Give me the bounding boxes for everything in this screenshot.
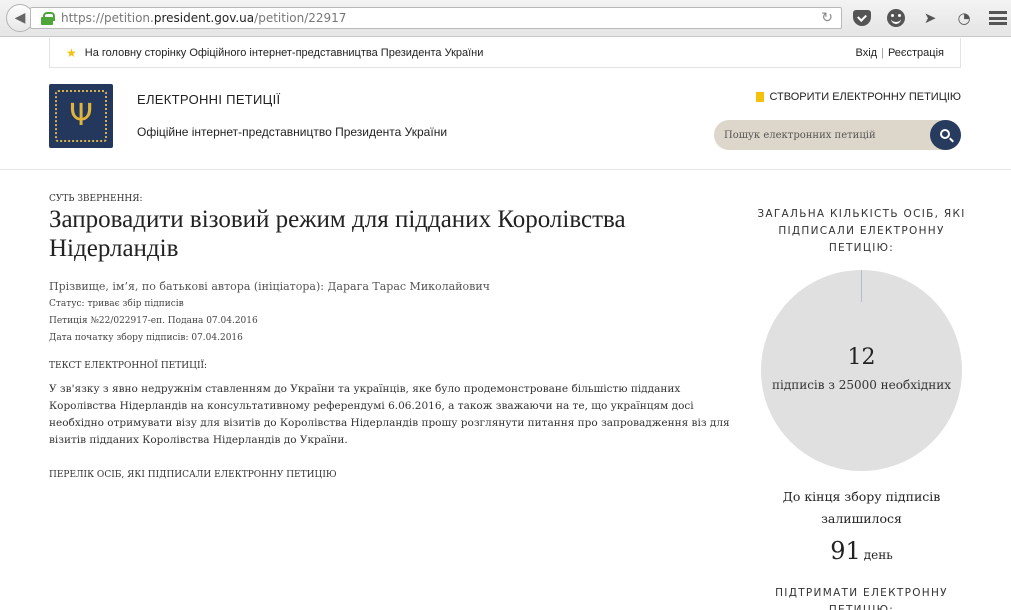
petition-text-label: ТЕКСТ ЕЛЕКТРОННОЇ ПЕТИЦІЇ: bbox=[49, 361, 208, 371]
search-button[interactable] bbox=[930, 120, 961, 150]
petition-title: Запровадити візовий режим для підданих К… bbox=[49, 206, 626, 262]
signers-list-link[interactable]: ПЕРЕЛІК ОСІБ, ЯКІ ПІДПИСАЛИ ЕЛЕКТРОННУ П… bbox=[49, 470, 337, 480]
login-link[interactable]: Вхід bbox=[856, 47, 878, 59]
signature-count-caption: підписів з 25000 необхідних bbox=[771, 378, 951, 392]
coat-of-arms-logo[interactable]: Ψ bbox=[49, 84, 113, 148]
send-icon[interactable]: ➤ bbox=[920, 8, 940, 28]
search-icon bbox=[939, 129, 950, 139]
total-signatures-label: ЗАГАЛЬНА КІЛЬКІСТЬ ОСІБ, ЯКІ ПІДПИСАЛИ Е… bbox=[757, 208, 966, 254]
create-petition-link[interactable]: СТВОРИТИ ЕЛЕКТРОННУ ПЕТИЦІЮ bbox=[756, 91, 961, 103]
remaining-label: До кінця збору підписів залишилося bbox=[782, 489, 941, 526]
smiley-icon[interactable] bbox=[886, 8, 906, 28]
trident-icon: Ψ bbox=[69, 98, 93, 133]
auth-links: Вхід | Реєстрація bbox=[856, 47, 945, 59]
progress-indicator bbox=[861, 270, 862, 302]
support-petition-label: ПІДТРИМАТИ ЕЛЕКТРОННУ ПЕТИЦІЮ: bbox=[775, 587, 948, 610]
petition-start-date: Дата початку збору підписів: 07.04.2016 bbox=[49, 333, 243, 343]
reload-icon[interactable]: ↻ bbox=[821, 10, 833, 26]
petition-author: Прізвище, ім’я, по батькові автора (ініц… bbox=[49, 280, 490, 293]
star-icon: ★ bbox=[66, 45, 77, 60]
address-bar[interactable]: https://petition.president.gov.ua/petiti… bbox=[30, 7, 842, 29]
auth-separator: | bbox=[881, 46, 884, 59]
home-link[interactable]: ★ На головну сторінку Офіційного інтерне… bbox=[66, 46, 483, 60]
create-petition-label[interactable]: СТВОРИТИ ЕЛЕКТРОННУ ПЕТИЦІЮ bbox=[769, 91, 961, 103]
extension-icon[interactable]: ◔ bbox=[954, 8, 974, 28]
site-subtitle: Офіційне інтернет-представництво Президе… bbox=[137, 125, 448, 139]
browser-toolbar: ◀ https://petition.president.gov.ua/peti… bbox=[0, 0, 1011, 37]
search-input[interactable] bbox=[724, 129, 929, 141]
top-strip: ★ На головну сторінку Офіційного інтерне… bbox=[49, 38, 961, 68]
days-remaining: 91 день bbox=[754, 537, 969, 565]
signature-count: 12 bbox=[847, 345, 876, 370]
pocket-icon[interactable] bbox=[852, 8, 872, 28]
home-link-label[interactable]: На головну сторінку Офіційного інтернет-… bbox=[85, 47, 484, 59]
petition-status: Статус: триває збір підписів bbox=[49, 299, 184, 309]
petition-text: У зв'язку з явно недружнім ставленням до… bbox=[49, 383, 730, 446]
document-icon bbox=[756, 92, 765, 102]
url-text[interactable]: https://petition.president.gov.ua/petiti… bbox=[61, 11, 346, 25]
search-box bbox=[714, 120, 961, 150]
petition-number: Петиція №22/022917-еп. Подана 07.04.2016 bbox=[49, 316, 258, 326]
header-divider bbox=[0, 169, 1011, 170]
menu-icon[interactable] bbox=[988, 8, 1008, 28]
lock-icon bbox=[41, 12, 55, 25]
essence-label: СУТЬ ЗВЕРНЕННЯ: bbox=[49, 194, 143, 204]
site-title[interactable]: ЕЛЕКТРОННІ ПЕТИЦІЇ bbox=[137, 92, 280, 107]
days-number: 91 bbox=[830, 537, 861, 565]
days-unit: день bbox=[863, 548, 893, 562]
register-link[interactable]: Реєстрація bbox=[888, 47, 944, 59]
